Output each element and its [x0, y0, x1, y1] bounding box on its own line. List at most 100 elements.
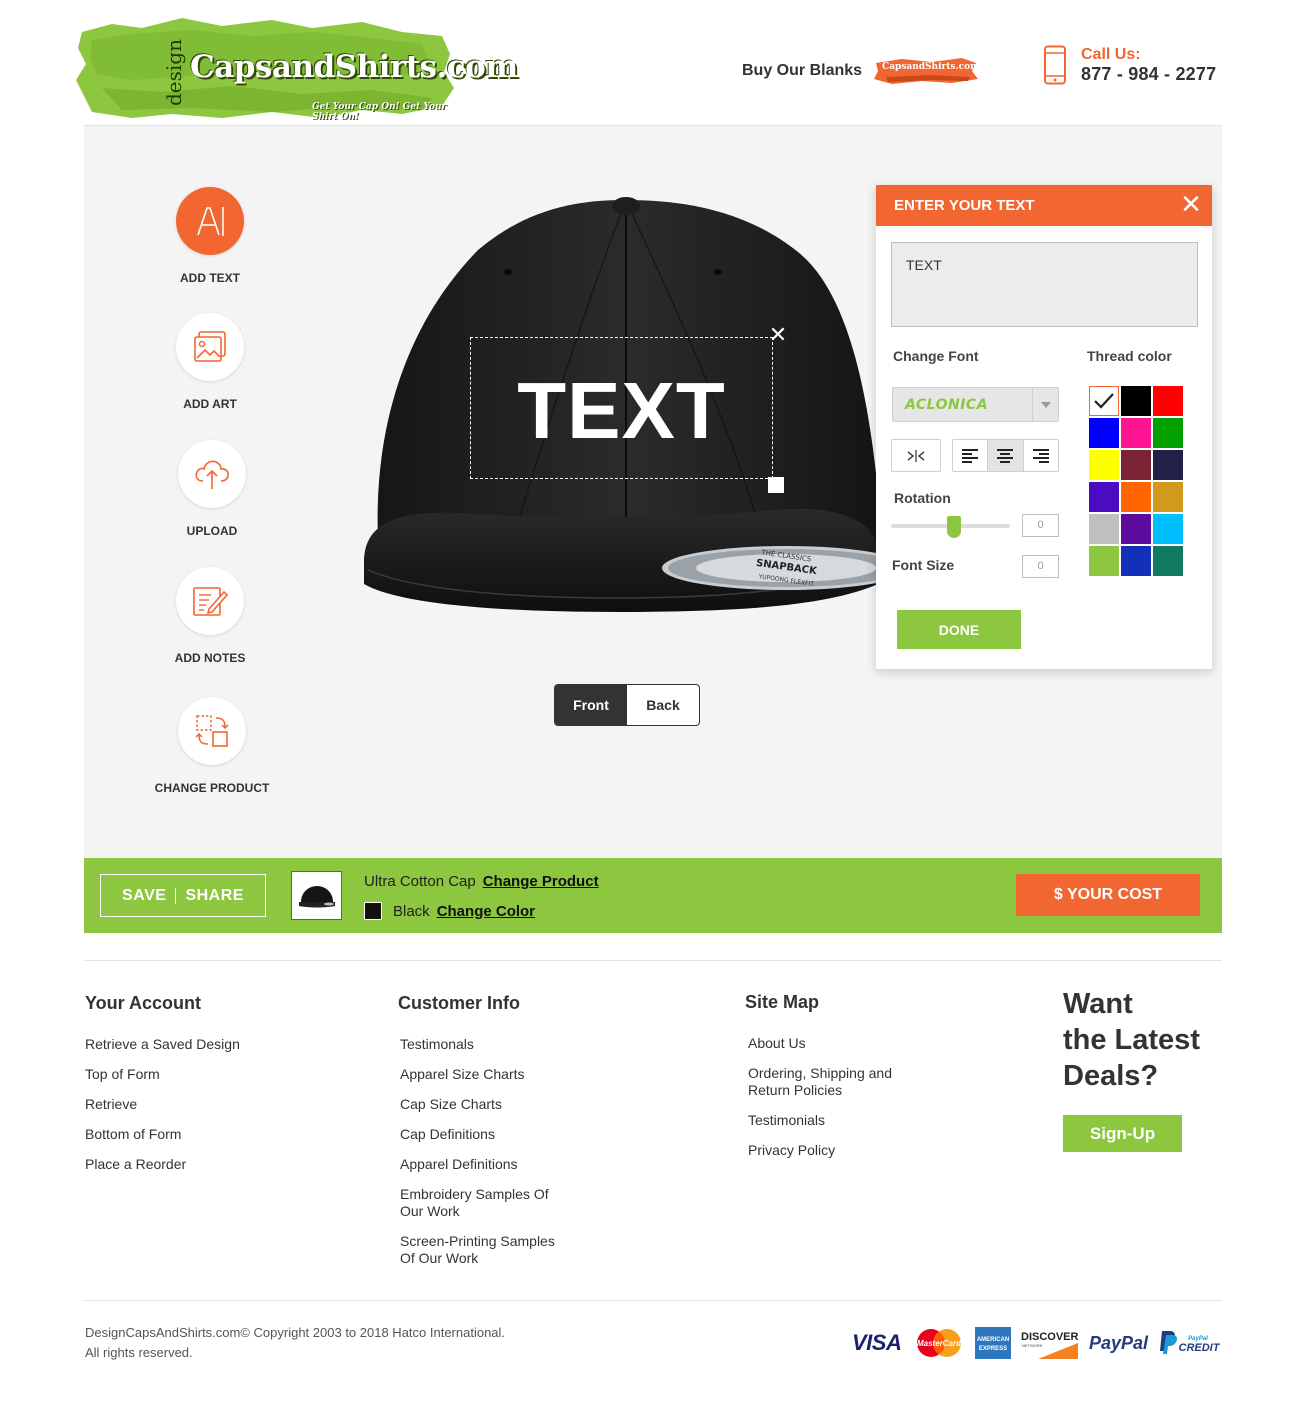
footer-your-account: Your Account Retrieve a Saved Design Top… [85, 993, 240, 1186]
product-color-chip [364, 902, 382, 920]
thread-color-swatch[interactable] [1153, 450, 1183, 480]
change-product-button[interactable] [178, 697, 246, 765]
save-button[interactable]: SAVE [122, 887, 166, 905]
text-alignment-group [952, 439, 1059, 472]
logo-wordmark: CapsandShirts.com [190, 49, 518, 85]
tool-label: UPLOAD [186, 524, 238, 538]
front-view-button[interactable]: Front [555, 685, 627, 725]
change-product-link[interactable]: Change Product [483, 873, 599, 890]
footer-link[interactable]: About Us [745, 1035, 920, 1052]
logo-tagline: Get Your Cap On! Get Your Shirt On! [312, 102, 447, 122]
panel-header: ENTER YOUR TEXT ✕ [876, 185, 1212, 226]
rotation-input[interactable]: 0 [1022, 514, 1059, 537]
flip-horizontal-button[interactable] [891, 439, 941, 472]
thread-color-swatch[interactable] [1089, 482, 1119, 512]
tool-add-art[interactable]: ADD ART [140, 313, 280, 411]
site-logo[interactable]: design CapsandShirts.com Get Your Cap On… [72, 14, 518, 122]
buy-blanks-link[interactable]: Buy Our Blanks CapsandShirts.com [742, 57, 980, 85]
thread-color-swatch[interactable] [1089, 450, 1119, 480]
footer-link[interactable]: Embroidery Samples Of Our Work [398, 1186, 568, 1220]
upload-button[interactable] [178, 440, 246, 508]
mastercard-logo: MasterCard [913, 1326, 965, 1360]
thread-color-swatch[interactable] [1121, 386, 1151, 416]
signup-button[interactable]: Sign-Up [1063, 1115, 1182, 1152]
tool-add-notes[interactable]: ADD NOTES [140, 567, 280, 665]
footer-link[interactable]: Privacy Policy [745, 1142, 920, 1159]
change-font-label: Change Font [893, 348, 979, 364]
footer-link[interactable]: Cap Size Charts [398, 1096, 578, 1113]
tool-label: ADD ART [183, 397, 237, 411]
thread-color-swatch[interactable] [1153, 546, 1183, 576]
product-name: Ultra Cotton Cap [364, 873, 476, 890]
thread-color-swatch[interactable] [1121, 514, 1151, 544]
paypal-logo: PayPal [1089, 1332, 1149, 1353]
footer-link[interactable]: Ordering, Shipping and Return Policies [745, 1065, 915, 1099]
align-center-button[interactable] [988, 440, 1024, 471]
logo-design-word: design [162, 39, 186, 106]
add-text-button[interactable] [176, 187, 244, 255]
done-button[interactable]: DONE [897, 610, 1021, 649]
phone-number[interactable]: 877 - 984 - 2277 [1081, 64, 1216, 85]
deals-heading: Want the Latest Deals? [1063, 986, 1200, 1094]
thread-color-swatch[interactable] [1153, 386, 1183, 416]
thread-color-swatch[interactable] [1121, 418, 1151, 448]
design-text-bounding-box[interactable]: TEXT [470, 337, 773, 479]
thread-color-swatch[interactable] [1153, 482, 1183, 512]
text-input[interactable]: TEXT [891, 242, 1198, 327]
amex-logo: AMERICAN EXPRESS [975, 1326, 1011, 1360]
add-notes-button[interactable] [176, 567, 244, 635]
svg-text:CREDIT: CREDIT [1179, 1342, 1221, 1354]
rotation-label: Rotation [894, 490, 951, 506]
resize-handle[interactable] [768, 477, 784, 493]
view-toggle: Front Back [554, 684, 700, 726]
add-art-button[interactable] [176, 313, 244, 381]
footer-customer-info: Customer Info Testimonals Apparel Size C… [398, 993, 578, 1280]
tool-add-text[interactable]: ADD TEXT [140, 187, 280, 285]
thread-color-swatch[interactable] [1089, 418, 1119, 448]
thread-color-swatch[interactable] [1089, 386, 1119, 416]
footer-link[interactable]: Apparel Size Charts [398, 1066, 578, 1083]
footer-link[interactable]: Place a Reorder [85, 1156, 240, 1173]
design-text[interactable]: TEXT [471, 371, 772, 451]
thread-color-swatch[interactable] [1121, 450, 1151, 480]
align-left-button[interactable] [953, 440, 989, 471]
footer-link[interactable]: Top of Form [85, 1066, 240, 1083]
font-size-input[interactable]: 0 [1022, 555, 1059, 578]
thread-color-swatch[interactable] [1153, 514, 1183, 544]
align-right-button[interactable] [1024, 440, 1058, 471]
share-button[interactable]: SHARE [185, 887, 244, 905]
thread-color-swatch[interactable] [1121, 482, 1151, 512]
blanks-logo-text: CapsandShirts.com [882, 62, 980, 72]
tool-change-product[interactable]: CHANGE PRODUCT [142, 697, 282, 795]
footer-link[interactable]: Retrieve [85, 1096, 240, 1113]
footer-link[interactable]: Retrieve a Saved Design [85, 1036, 240, 1053]
close-icon[interactable]: ✕ [1180, 191, 1202, 217]
thread-color-label: Thread color [1087, 348, 1172, 364]
remove-design-icon[interactable]: ✕ [768, 324, 788, 346]
back-view-button[interactable]: Back [627, 685, 699, 725]
cloud-upload-icon [195, 460, 229, 489]
footer-link[interactable]: Testimonals [398, 1036, 578, 1053]
thread-color-swatch[interactable] [1121, 546, 1151, 576]
footer-link[interactable]: Bottom of Form [85, 1126, 240, 1143]
footer-link[interactable]: Apparel Definitions [398, 1156, 578, 1173]
svg-text:NETWORK: NETWORK [1022, 1343, 1043, 1348]
order-summary-bar: SAVE SHARE Ultra Cotton Cap Change Produ… [84, 858, 1222, 933]
tool-upload[interactable]: UPLOAD [142, 440, 282, 538]
tool-label: ADD NOTES [174, 651, 246, 665]
footer-link[interactable]: Cap Definitions [398, 1126, 578, 1143]
footer-link[interactable]: Screen-Printing Samples Of Our Work [398, 1233, 573, 1267]
your-cost-button[interactable]: $ YOUR COST [1016, 874, 1200, 916]
footer-link[interactable]: Testimonials [745, 1112, 920, 1129]
product-thumbnail[interactable] [291, 871, 342, 920]
change-color-link[interactable]: Change Color [437, 903, 535, 920]
thread-color-swatch[interactable] [1089, 546, 1119, 576]
thread-color-swatch[interactable] [1153, 418, 1183, 448]
blanks-site-logo[interactable]: CapsandShirts.com [872, 57, 980, 85]
align-center-icon [997, 448, 1014, 463]
rotation-slider-thumb[interactable] [947, 516, 961, 538]
svg-text:AMERICAN: AMERICAN [977, 1337, 1009, 1343]
thread-color-swatch[interactable] [1089, 514, 1119, 544]
footer-divider-bottom [84, 1300, 1222, 1301]
font-dropdown[interactable]: ACLONICA [892, 387, 1059, 422]
